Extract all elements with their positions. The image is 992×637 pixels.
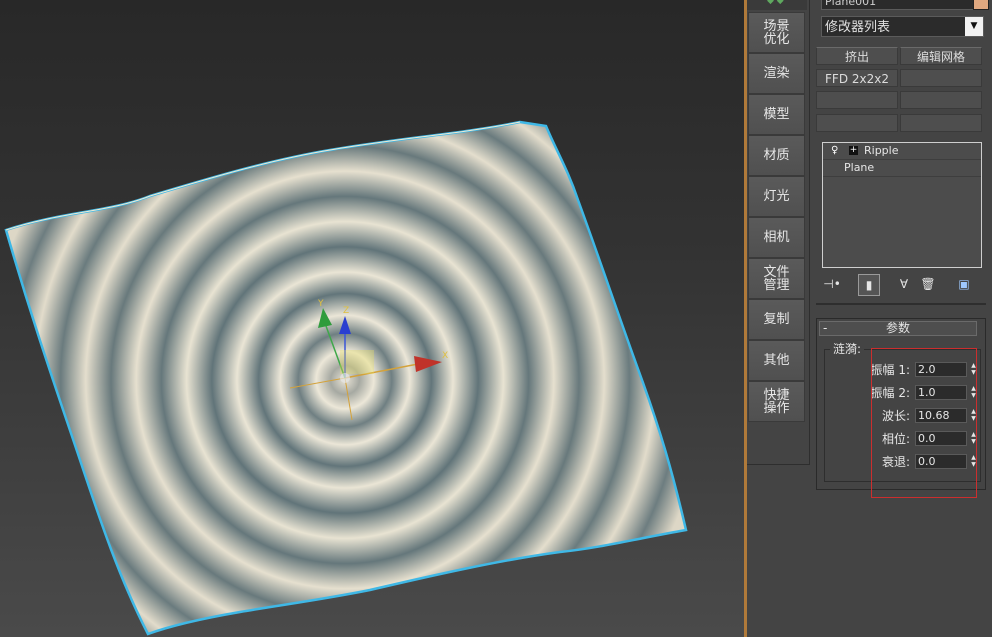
menu-render[interactable]: 渲染 <box>748 53 805 94</box>
menu-light[interactable]: 灯光 <box>748 176 805 217</box>
stack-item-ripple[interactable]: ♀ + Ripple <box>823 143 981 160</box>
show-end-result-icon[interactable]: ▮ <box>858 274 880 296</box>
expand-plus-icon[interactable]: + <box>849 146 858 155</box>
modifier-list-dropdown[interactable]: 修改器列表 ▼ <box>821 16 984 37</box>
y-axis-label: Y <box>317 299 324 309</box>
quick-menu: ◆ ◆ 场景 优化 渲染 模型 材质 灯光 相机 文件 管理 复制 其他 快捷 … <box>747 0 810 465</box>
stack-toolbar: ⊣• ▮ ∀ 🗑 ▣ <box>822 274 987 296</box>
remove-modifier-icon[interactable]: 🗑 <box>918 274 938 294</box>
menu-file-manage[interactable]: 文件 管理 <box>748 258 805 299</box>
phase-spinner[interactable]: ▲ ▼ <box>969 431 978 446</box>
command-panel: Plane001 修改器列表 ▼ 挤出 编辑网格 FFD 2x2x2 ♀ + R… <box>810 0 992 637</box>
param-amplitude-1: 振幅 1: 2.0 ▲ ▼ <box>824 362 984 378</box>
menu-copy[interactable]: 复制 <box>748 299 805 340</box>
menu-quick-action[interactable]: 快捷 操作 <box>748 381 805 422</box>
x-axis-label: X <box>442 351 448 361</box>
decay-input[interactable]: 0.0 <box>915 454 967 469</box>
param-amplitude-2: 振幅 2: 1.0 ▲ ▼ <box>824 385 984 401</box>
arrows-icon: ◆ ◆ <box>767 0 784 6</box>
xy-plane-handle[interactable] <box>340 350 374 374</box>
param-decay: 衰退: 0.0 ▲ ▼ <box>824 454 984 470</box>
modifier-button-empty[interactable] <box>900 91 982 109</box>
make-unique-icon[interactable]: ∀ <box>894 274 914 294</box>
wavelength-input[interactable]: 10.68 <box>915 408 967 423</box>
modifier-button-extrude[interactable]: 挤出 <box>816 47 898 65</box>
menu-scene-optimize[interactable]: 场景 优化 <box>748 12 805 53</box>
modifier-button-empty[interactable] <box>900 69 982 87</box>
ripple-group-label: 涟漪: <box>830 340 865 357</box>
parameters-rollout-header[interactable]: - 参数 <box>819 321 977 336</box>
menu-material[interactable]: 材质 <box>748 135 805 176</box>
divider <box>816 303 986 305</box>
chevron-down-icon[interactable]: ▼ <box>965 17 983 36</box>
amplitude-2-input[interactable]: 1.0 <box>915 385 967 400</box>
modifier-button-empty[interactable] <box>816 114 898 132</box>
param-phase: 相位: 0.0 ▲ ▼ <box>824 431 984 447</box>
object-name-field[interactable]: Plane001 <box>821 0 976 10</box>
lightbulb-icon[interactable]: ♀ <box>831 145 840 156</box>
menu-other[interactable]: 其他 <box>748 340 805 381</box>
modifier-stack[interactable]: ♀ + Ripple Plane <box>822 142 982 268</box>
modifier-button-empty[interactable] <box>816 91 898 109</box>
decay-spinner[interactable]: ▲ ▼ <box>969 454 978 469</box>
amplitude-2-spinner[interactable]: ▲ ▼ <box>969 385 978 400</box>
modifier-button-ffd[interactable]: FFD 2x2x2 <box>816 69 898 87</box>
param-wavelength: 波长: 10.68 ▲ ▼ <box>824 408 984 424</box>
ripple-plane-mesh[interactable]: X Z Y <box>0 0 744 637</box>
configure-modifier-sets-icon[interactable]: ▣ <box>954 274 974 294</box>
z-axis-label: Z <box>343 306 349 316</box>
menu-camera[interactable]: 相机 <box>748 217 805 258</box>
modifier-button-empty[interactable] <box>900 114 982 132</box>
stack-item-plane[interactable]: Plane <box>823 160 981 177</box>
wavelength-spinner[interactable]: ▲ ▼ <box>969 408 978 423</box>
amplitude-1-spinner[interactable]: ▲ ▼ <box>969 362 978 377</box>
amplitude-1-input[interactable]: 2.0 <box>915 362 967 377</box>
side-top-bar: ◆ ◆ <box>747 0 807 10</box>
modifier-button-edit-mesh[interactable]: 编辑网格 <box>900 47 982 65</box>
phase-input[interactable]: 0.0 <box>915 431 967 446</box>
viewport-perspective[interactable]: X Z Y <box>0 0 744 637</box>
pin-stack-icon[interactable]: ⊣• <box>822 274 842 294</box>
object-color-swatch[interactable] <box>973 0 989 10</box>
menu-model[interactable]: 模型 <box>748 94 805 135</box>
